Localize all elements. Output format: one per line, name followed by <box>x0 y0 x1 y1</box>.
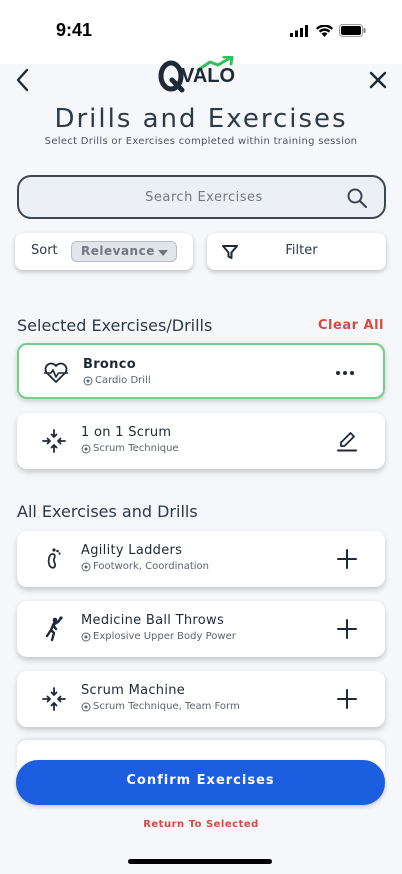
add-icon[interactable] <box>335 687 359 711</box>
battery-icon <box>339 24 366 37</box>
card-subtitle-text: Footwork, Coordination <box>93 561 210 572</box>
status-bar: 9:41 <box>0 0 402 64</box>
home-indicator <box>128 859 272 864</box>
sort-label: Sort <box>31 243 58 258</box>
search-icon[interactable] <box>346 187 368 209</box>
confirm-exercises-button[interactable]: Confirm Exercises <box>16 760 385 805</box>
all-section-heading: All Exercises and Drills <box>17 502 198 521</box>
sort-control: Sort Relevance <box>15 233 193 270</box>
close-icon[interactable] <box>366 68 390 92</box>
more-icon[interactable] <box>333 361 357 385</box>
card-title: Medicine Ball Throws <box>81 613 225 628</box>
tag-icon <box>81 444 91 453</box>
card-subtitle-text: Cardio Drill <box>95 375 151 386</box>
add-icon[interactable] <box>335 617 359 641</box>
exercise-item-medicine-ball-throws[interactable]: Medicine Ball Throws Explosive Upper Bod… <box>17 601 385 657</box>
top-bar: VALO <box>0 56 402 106</box>
throw-icon <box>45 616 63 642</box>
selected-item-1on1-scrum[interactable]: 1 on 1 Scrum Scrum Technique <box>17 413 385 469</box>
confirm-label: Confirm Exercises <box>126 773 275 788</box>
card-subtitle: Scrum Technique <box>81 443 179 454</box>
filter-label: Filter <box>285 243 318 258</box>
back-arrow-icon[interactable] <box>12 66 36 94</box>
sort-select[interactable]: Relevance <box>71 241 177 262</box>
arrows-in-icon <box>42 687 66 711</box>
add-icon[interactable] <box>335 547 359 571</box>
signal-icon <box>290 24 308 37</box>
clear-all-button[interactable]: Clear All <box>318 318 384 333</box>
tag-icon <box>81 562 91 571</box>
footprint-icon <box>47 548 61 569</box>
status-time: 9:41 <box>56 20 93 40</box>
chevron-down-icon <box>158 250 168 256</box>
edit-icon[interactable] <box>335 429 359 453</box>
return-to-selected-link[interactable]: Return To Selected <box>0 819 402 830</box>
tag-icon <box>83 376 93 385</box>
heart-pulse-icon <box>44 362 68 383</box>
tag-icon <box>81 702 91 711</box>
card-subtitle: Footwork, Coordination <box>81 561 209 572</box>
card-title: 1 on 1 Scrum <box>81 425 172 440</box>
card-subtitle: Explosive Upper Body Power <box>81 631 236 642</box>
logo-text: VALO <box>181 65 236 87</box>
page-subtitle: Select Drills or Exercises completed wit… <box>44 136 358 147</box>
exercise-item-agility-ladders[interactable]: Agility Ladders Footwork, Coordination <box>17 531 385 587</box>
status-icons <box>290 24 366 37</box>
page-title: Drills and Exercises <box>54 104 348 134</box>
card-subtitle-text: Scrum Technique, Team Form <box>93 701 240 712</box>
search-placeholder: Search Exercises <box>145 190 263 205</box>
tag-icon <box>81 632 91 641</box>
card-title: Agility Ladders <box>81 543 183 558</box>
card-title: Scrum Machine <box>81 683 186 698</box>
filter-button[interactable]: Filter <box>207 233 386 270</box>
card-title: Bronco <box>83 357 136 372</box>
exercise-item-scrum-machine[interactable]: Scrum Machine Scrum Technique, Team Form <box>17 671 385 727</box>
arrows-in-icon <box>42 429 66 453</box>
search-input[interactable]: Search Exercises <box>17 175 386 219</box>
card-subtitle: Cardio Drill <box>83 375 151 386</box>
sort-select-value: Relevance <box>81 244 155 258</box>
card-subtitle-text: Explosive Upper Body Power <box>93 631 236 642</box>
card-subtitle-text: Scrum Technique <box>93 443 179 454</box>
selected-section-heading: Selected Exercises/Drills <box>17 316 213 335</box>
wifi-icon <box>316 24 333 37</box>
selected-item-bronco[interactable]: Bronco Cardio Drill <box>17 343 385 399</box>
card-subtitle: Scrum Technique, Team Form <box>81 701 240 712</box>
